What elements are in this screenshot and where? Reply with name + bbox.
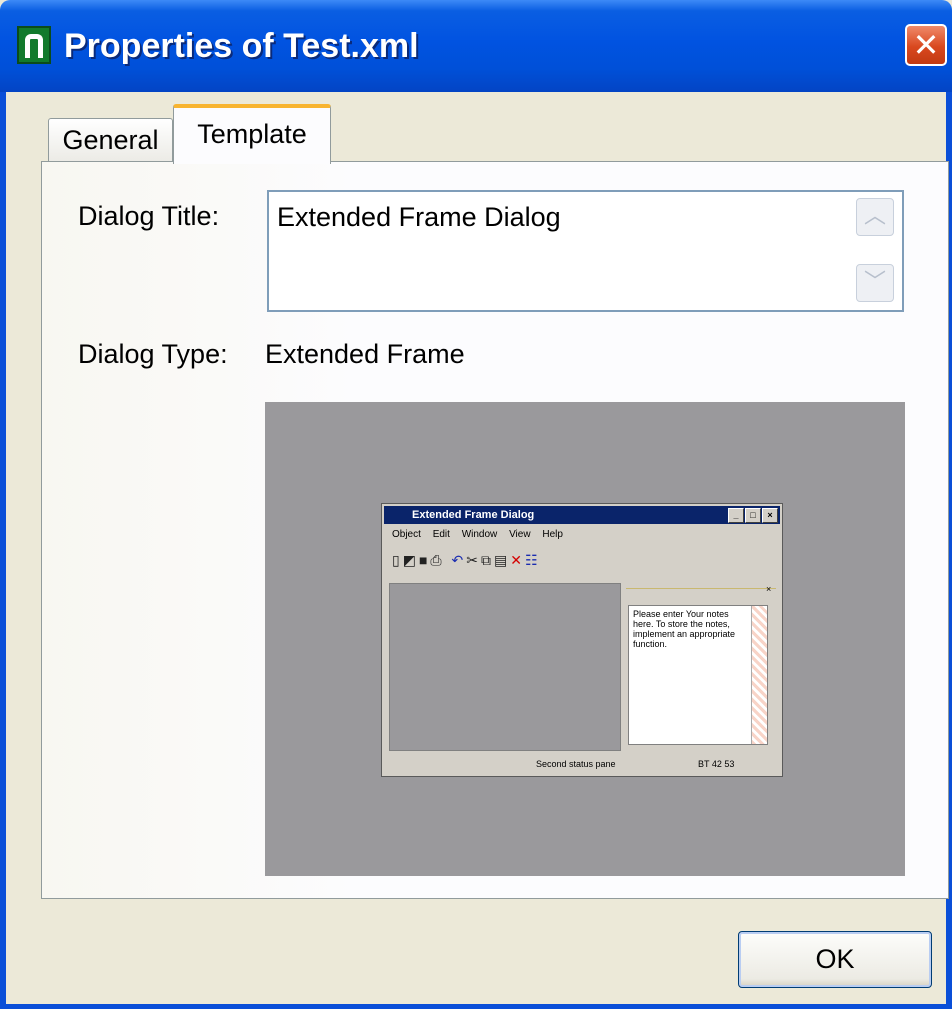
preview-close-icon: × (762, 508, 778, 523)
app-n-icon (17, 26, 51, 64)
preview-notes-pane: Please enter Your notes here. To store t… (628, 605, 768, 745)
dialog-title-label: Dialog Title: (78, 201, 220, 231)
preview-notes-scrollbar (751, 606, 767, 744)
preview-pane-close-icon: × (766, 584, 772, 594)
close-icon: ✕ (912, 26, 940, 64)
scroll-down-button[interactable]: ﹀ (856, 264, 894, 302)
print-icon: ⎙ (430, 552, 445, 568)
window-border-left (0, 92, 6, 1009)
preview-menu-view: View (509, 529, 531, 540)
preview-menu-edit: Edit (432, 529, 450, 540)
paste-icon: ▤ (493, 552, 511, 568)
window-border-bottom (0, 1004, 952, 1009)
preview-view-area (389, 583, 621, 751)
preview-status-bar: Second status pane BT 42 53 (386, 755, 780, 773)
tab-general[interactable]: General (48, 118, 173, 161)
preview-pane-divider (626, 588, 776, 597)
title-bar[interactable]: Properties of Test.xml ✕ (0, 0, 952, 92)
save-icon: ■ (418, 552, 431, 568)
dialog-type-value: Extended Frame (265, 339, 465, 369)
new-icon: ▯ (392, 552, 403, 568)
undo-icon: ↶ (451, 552, 467, 568)
copy-icon: ⧉ (480, 552, 494, 568)
preview-menu-bar: Object Edit Window View Help (392, 529, 572, 540)
cut-icon: ✂ (466, 552, 481, 568)
properties-dialog: Properties of Test.xml ✕ General Templat… (0, 0, 952, 1009)
preview-notes-text: Please enter Your notes here. To store t… (633, 609, 736, 649)
preview-menu-object: Object (392, 529, 421, 540)
tab-template[interactable]: Template (173, 104, 331, 164)
preview-toolbar: ▯◩■⎙ ↶✂⧉▤✕☷ (392, 552, 541, 576)
scroll-up-button[interactable]: ︿ (856, 198, 894, 236)
window-title: Properties of Test.xml (64, 27, 419, 65)
preview-window: Extended Frame Dialog _ □ × Object Edit Wi… (381, 503, 783, 777)
open-icon: ◩ (402, 552, 419, 568)
dialog-type-label: Dialog Type: (78, 339, 228, 369)
close-button[interactable]: ✕ (905, 24, 947, 66)
preview-status-pane-3: BT 42 53 (698, 759, 735, 769)
dialog-title-field[interactable]: Extended Frame Dialog ︿ ﹀ (267, 190, 904, 312)
dialog-title-scrollbar[interactable]: ︿ ﹀ (856, 198, 896, 304)
properties-icon: ☷ (524, 552, 541, 568)
preview-status-pane-2: Second status pane (536, 759, 616, 769)
delete-icon: ✕ (510, 552, 525, 568)
dialog-title-value[interactable]: Extended Frame Dialog (277, 202, 561, 233)
preview-menu-help: Help (542, 529, 563, 540)
preview-maximize-icon: □ (745, 508, 761, 523)
template-preview: Extended Frame Dialog _ □ × Object Edit Wi… (265, 402, 905, 876)
preview-title-bar: Extended Frame Dialog _ □ × (384, 506, 780, 524)
ok-button[interactable]: OK (738, 931, 932, 988)
preview-minimize-icon: _ (728, 508, 744, 523)
preview-title: Extended Frame Dialog (412, 509, 535, 521)
preview-menu-window: Window (461, 529, 498, 540)
